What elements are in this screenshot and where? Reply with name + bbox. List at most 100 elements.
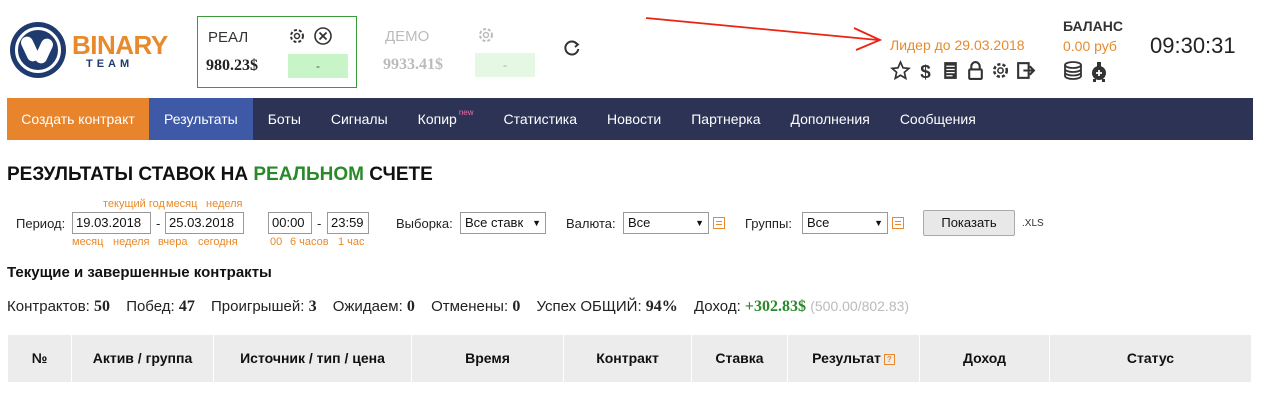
shortcut-yesterday[interactable]: вчера: [158, 236, 187, 248]
groups-list-icon[interactable]: [892, 217, 904, 229]
show-button[interactable]: Показать: [923, 210, 1015, 236]
col-source-type-price[interactable]: Источник / тип / цена: [214, 335, 412, 382]
period-label: Период:: [16, 216, 66, 231]
balance-value: 0.00 руб: [1063, 38, 1117, 54]
chevron-down-icon: ▼: [532, 218, 541, 228]
pending-count: 0: [406, 298, 415, 315]
real-account-bar[interactable]: -: [288, 54, 348, 78]
col-stake[interactable]: Ставка: [692, 335, 788, 382]
shortcut-hour-00[interactable]: 00: [270, 236, 282, 248]
time-to-input[interactable]: 23:59: [327, 212, 369, 234]
col-contract[interactable]: Контракт: [564, 335, 692, 382]
selection-label: Выборка:: [396, 216, 453, 231]
logo-mark-icon: [10, 22, 66, 78]
shortcut-month-top[interactable]: месяц: [166, 198, 197, 210]
logo[interactable]: BINARY TEAM: [10, 22, 175, 78]
currency-label: Валюта:: [566, 216, 616, 231]
date-from-input[interactable]: 19.03.2018: [72, 212, 151, 234]
shortcut-week-top[interactable]: неделя: [206, 198, 243, 210]
losses-label: Проигрышей:: [211, 298, 305, 315]
nav-partners[interactable]: Партнерка: [676, 98, 775, 140]
groups-value: Все: [807, 215, 830, 230]
star-icon[interactable]: [890, 60, 911, 81]
svg-text:$: $: [920, 62, 931, 81]
pending-label: Ожидаем:: [332, 298, 403, 315]
real-account-panel[interactable]: РЕАЛ 980.23$ -: [197, 16, 357, 88]
demo-account-bar[interactable]: -: [475, 53, 535, 77]
time-from-input[interactable]: 00:00: [268, 212, 312, 234]
success-value: 94%: [645, 298, 678, 315]
demo-account-panel[interactable]: ДЕМО 9933.41$ -: [375, 16, 545, 88]
close-icon[interactable]: [313, 26, 333, 46]
nav-create-contract[interactable]: Создать контракт: [7, 98, 149, 140]
shortcut-week[interactable]: неделя: [113, 236, 150, 248]
col-status[interactable]: Статус: [1050, 335, 1251, 382]
nav-statistics[interactable]: Статистика: [489, 98, 593, 140]
nav-bots[interactable]: Боты: [253, 98, 316, 140]
nav-copier[interactable]: Копир new: [403, 98, 489, 140]
selection-value: Все ставк: [465, 215, 524, 230]
nav-copier-label: Копир: [417, 111, 457, 127]
groups-select[interactable]: Все ▼: [802, 212, 888, 234]
time-dash: -: [317, 216, 322, 231]
main-nav: Создать контракт Результаты Боты Сигналы…: [7, 98, 1253, 140]
new-badge: new: [458, 108, 474, 117]
page-title: РЕЗУЛЬТАТЫ СТАВОК НА РЕАЛЬНОМ СЧЕТЕ: [7, 164, 433, 186]
shortcut-today[interactable]: сегодня: [198, 236, 238, 248]
document-icon[interactable]: [940, 60, 961, 81]
shortcut-6-hours[interactable]: 6 часов: [290, 236, 329, 248]
wins-label: Побед:: [126, 298, 175, 315]
col-result[interactable]: Результат?: [788, 335, 920, 382]
demo-account-label: ДЕМО: [385, 28, 430, 45]
cancelled-label: Отменены:: [431, 298, 509, 315]
cancelled-count: 0: [512, 298, 521, 315]
chevron-down-icon: ▼: [695, 218, 704, 228]
leader-text[interactable]: Лидер до 29.03.2018: [890, 37, 1025, 53]
lock-icon[interactable]: [965, 60, 986, 81]
page-title-highlight: РЕАЛЬНОМ: [253, 164, 364, 185]
piggy-bank-icon[interactable]: [1088, 60, 1110, 82]
refresh-icon[interactable]: [562, 38, 582, 58]
nav-news[interactable]: Новости: [592, 98, 676, 140]
page-title-suffix: СЧЕТЕ: [369, 164, 433, 185]
shortcut-1-hour[interactable]: 1 час: [338, 236, 365, 248]
currency-select[interactable]: Все ▼: [623, 212, 709, 234]
income-value: +302.83$: [744, 298, 807, 315]
col-time[interactable]: Время: [412, 335, 564, 382]
dollar-icon[interactable]: $: [915, 60, 936, 81]
groups-label: Группы:: [745, 216, 792, 231]
nav-results[interactable]: Результаты: [149, 98, 253, 140]
header: BINARY TEAM РЕАЛ 980.23$ - ДЕМО 9933.41$…: [0, 0, 1273, 98]
chevron-down-icon: ▼: [874, 218, 883, 228]
nav-addons[interactable]: Дополнения: [776, 98, 885, 140]
contracts-count: 50: [94, 298, 111, 315]
gear-icon[interactable]: [287, 26, 307, 46]
user-icons: $: [890, 60, 1036, 82]
currency-list-icon[interactable]: [713, 217, 725, 229]
results-table-header: № Актив / группа Источник / тип / цена В…: [8, 335, 1251, 382]
gear-icon[interactable]: [476, 25, 496, 45]
income-detail: (500.00/802.83): [810, 298, 910, 314]
losses-count: 3: [308, 298, 317, 315]
success-label: Успех ОБЩИЙ:: [536, 298, 642, 315]
gear-icon[interactable]: [990, 60, 1011, 81]
real-account-amount: 980.23$: [206, 57, 258, 74]
nav-signals[interactable]: Сигналы: [316, 98, 403, 140]
col-asset-group[interactable]: Актив / группа: [72, 335, 214, 382]
shortcut-current-year[interactable]: текущий год: [103, 198, 165, 210]
logout-icon[interactable]: [1015, 60, 1036, 81]
section-title: Текущие и завершенные контракты: [7, 264, 272, 281]
date-to-input[interactable]: 25.03.2018: [165, 212, 244, 234]
col-income[interactable]: Доход: [920, 335, 1050, 382]
selection-select[interactable]: Все ставк ▼: [460, 212, 546, 234]
help-icon[interactable]: ?: [883, 353, 895, 365]
annotation-arrow-icon: [645, 17, 883, 51]
nav-messages[interactable]: Сообщения: [885, 98, 991, 140]
coins-icon[interactable]: [1062, 60, 1084, 82]
demo-account-amount: 9933.41$: [383, 56, 443, 73]
shortcut-month[interactable]: месяц: [72, 236, 103, 248]
xls-export-link[interactable]: .XLS: [1022, 218, 1044, 229]
col-number[interactable]: №: [8, 335, 72, 382]
clock: 09:30:31: [1150, 33, 1236, 58]
stats-summary: Контрактов: 50 Побед: 47 Проигрышей: 3 О…: [7, 298, 909, 316]
